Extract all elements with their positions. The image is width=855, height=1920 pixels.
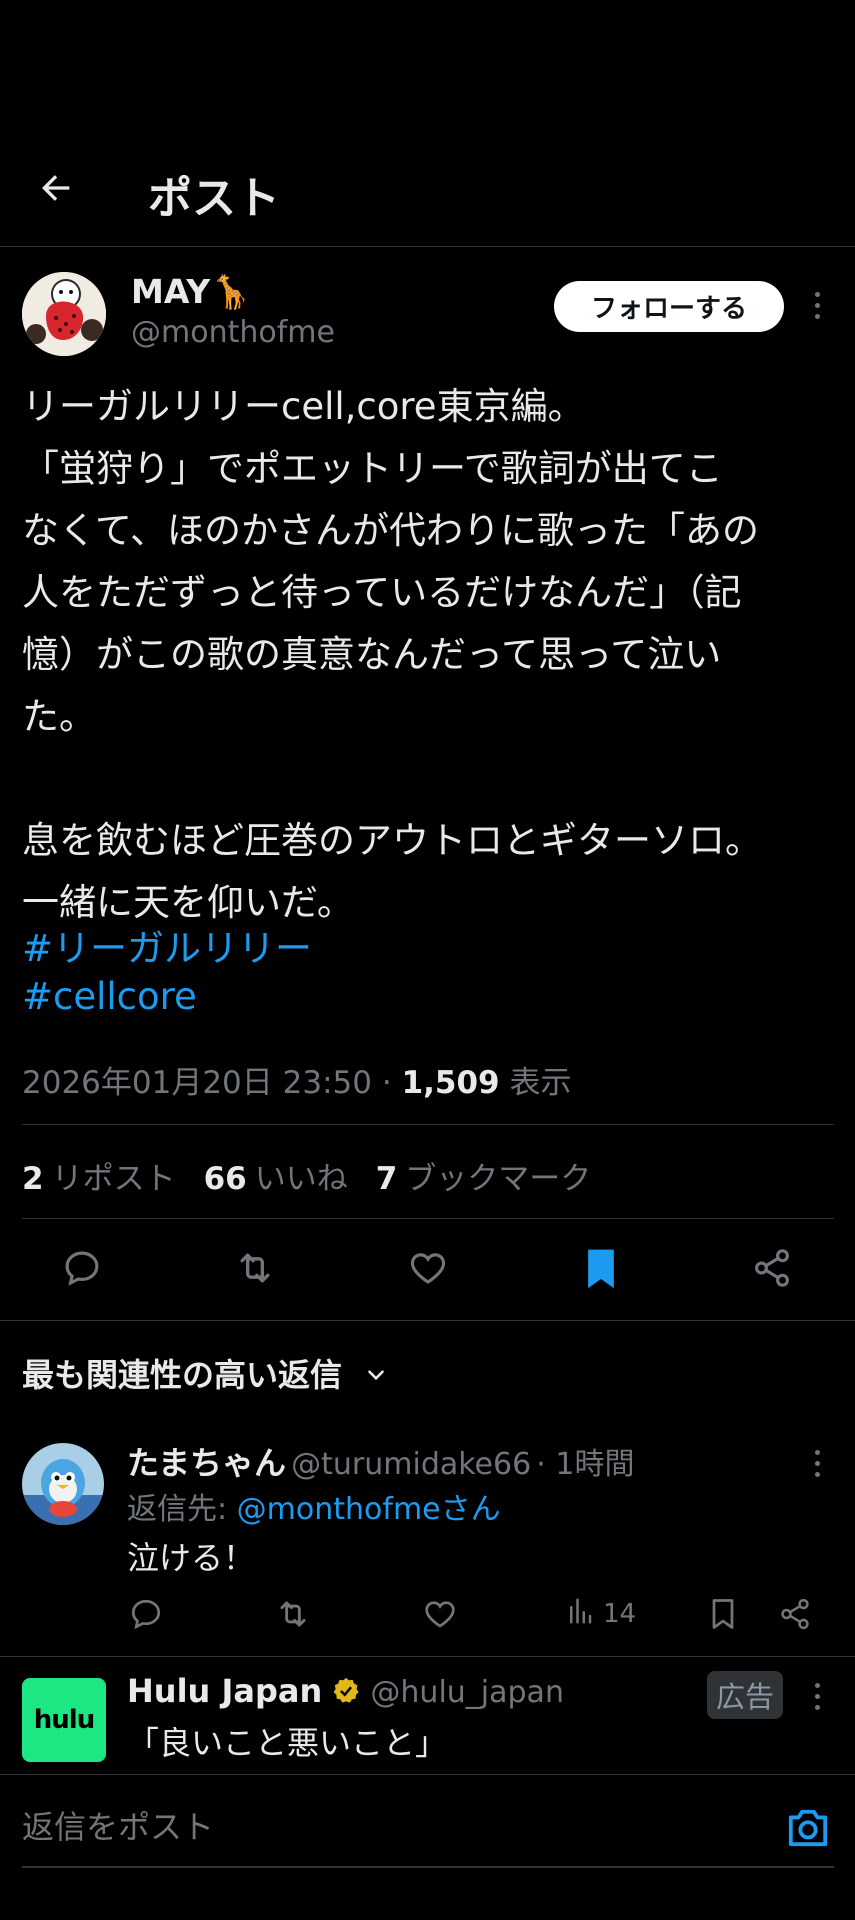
reply-compose-bar bbox=[0, 1774, 855, 1920]
divider bbox=[0, 1656, 855, 1657]
divider bbox=[22, 1218, 834, 1219]
bookmarks-stat[interactable]: 7 ブックマーク bbox=[376, 1153, 592, 1198]
reply-text: 泣ける！ bbox=[127, 1539, 256, 1577]
share-icon[interactable] bbox=[742, 1238, 802, 1298]
post-text: リーガルリリーcell,core東京編。 「蛍狩り」でポエットリーで歌詞が出てこ… bbox=[22, 385, 762, 924]
reply-header: たまちゃん @turumidake66 · 1時間 bbox=[127, 1438, 634, 1484]
views-count: 1,509 bbox=[401, 1065, 500, 1101]
ad-text: 「良いこと悪いこと」 bbox=[127, 1724, 448, 1762]
page-title: ポスト bbox=[148, 173, 280, 224]
views-icon bbox=[565, 1596, 595, 1633]
share-icon[interactable] bbox=[778, 1592, 812, 1636]
ad-author-handle[interactable]: @hulu_japan bbox=[370, 1675, 564, 1710]
compose-underline bbox=[22, 1866, 834, 1868]
reply-input[interactable] bbox=[22, 1808, 782, 1846]
reply-time: · 1時間 bbox=[536, 1447, 635, 1482]
more-icon[interactable] bbox=[812, 292, 822, 319]
author-avatar[interactable] bbox=[22, 272, 106, 356]
divider bbox=[0, 1320, 855, 1321]
reply-views-count: 14 bbox=[603, 1599, 637, 1629]
reply-sort-selector[interactable]: 最も関連性の高い返信 bbox=[22, 1350, 389, 1396]
views-label: 表示 bbox=[509, 1065, 572, 1101]
bookmark-filled-icon[interactable] bbox=[571, 1238, 631, 1298]
chevron-down-icon bbox=[363, 1358, 389, 1396]
hashtag-link[interactable]: #cellcore bbox=[22, 975, 197, 1018]
verified-icon bbox=[331, 1676, 361, 1710]
like-icon[interactable] bbox=[422, 1592, 458, 1636]
post-stats: 2 リポスト 66 いいね 7 ブックマーク bbox=[22, 1153, 591, 1198]
likes-stat[interactable]: 66 いいね bbox=[204, 1153, 348, 1198]
header-divider bbox=[0, 246, 855, 247]
reply-avatar[interactable] bbox=[22, 1443, 104, 1525]
reply-to-prefix: 返信先: bbox=[127, 1492, 237, 1527]
follow-button[interactable]: フォローする bbox=[554, 281, 784, 332]
author-name[interactable]: MAY🦒 bbox=[131, 272, 251, 312]
ad-header: Hulu Japan @hulu_japan bbox=[127, 1672, 564, 1710]
hulu-logo[interactable]: hulu bbox=[22, 1678, 106, 1762]
camera-icon[interactable] bbox=[785, 1806, 831, 1852]
reply-to-link[interactable]: @monthofmeさん bbox=[237, 1492, 501, 1527]
post-actions bbox=[0, 1238, 855, 1298]
repost-icon[interactable] bbox=[274, 1592, 312, 1636]
like-icon[interactable] bbox=[398, 1238, 458, 1298]
reply-icon[interactable] bbox=[128, 1592, 164, 1636]
reply-author-handle[interactable]: @turumidake66 bbox=[291, 1447, 531, 1482]
reposts-stat[interactable]: 2 リポスト bbox=[22, 1153, 176, 1198]
meta-separator: · bbox=[381, 1065, 392, 1101]
post-datetime[interactable]: 2026年01月20日 23:50 bbox=[22, 1065, 372, 1101]
author-handle[interactable]: @monthofme bbox=[131, 315, 335, 350]
sort-label: 最も関連性の高い返信 bbox=[22, 1356, 343, 1394]
more-icon[interactable] bbox=[812, 1683, 822, 1710]
reply-to-line: 返信先: @monthofmeさん bbox=[127, 1484, 501, 1528]
divider bbox=[22, 1124, 834, 1125]
ad-author-name[interactable]: Hulu Japan bbox=[127, 1672, 322, 1710]
divider bbox=[0, 1774, 855, 1775]
back-arrow-icon[interactable] bbox=[36, 168, 76, 208]
post-meta: 2026年01月20日 23:50 · 1,509 表示 bbox=[22, 1057, 571, 1102]
ad-badge: 広告 bbox=[707, 1671, 783, 1719]
bookmark-icon[interactable] bbox=[707, 1592, 739, 1636]
more-icon[interactable] bbox=[812, 1450, 822, 1477]
views-button[interactable]: 14 bbox=[565, 1592, 636, 1636]
reply-author-name[interactable]: たまちゃん bbox=[127, 1444, 286, 1482]
hashtag-link[interactable]: #リーガルリリー bbox=[22, 918, 312, 972]
repost-icon[interactable] bbox=[225, 1238, 285, 1298]
reply-icon[interactable] bbox=[52, 1238, 112, 1298]
